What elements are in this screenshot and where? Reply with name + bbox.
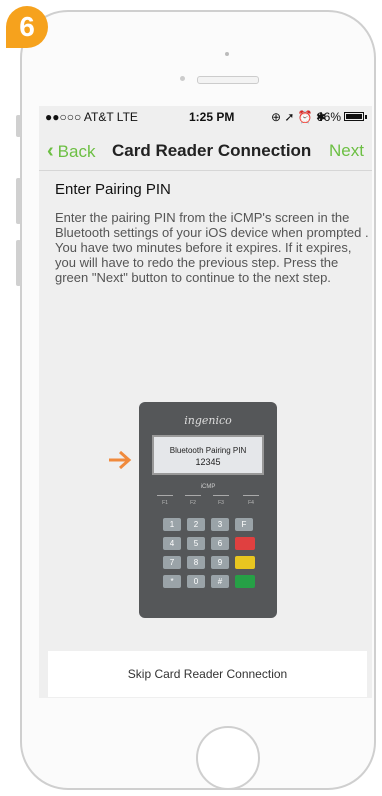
- section-heading: Enter Pairing PIN: [55, 181, 171, 198]
- keypad-key: 9: [211, 556, 229, 569]
- keypad-key: 4: [163, 537, 181, 550]
- battery-icon: [344, 112, 367, 121]
- earpiece-speaker: [197, 76, 259, 84]
- arrow-right-icon: [109, 450, 132, 470]
- function-key: F2: [185, 495, 201, 509]
- page-title: Card Reader Connection: [112, 141, 312, 160]
- pairing-pin-value: 12345: [195, 457, 221, 467]
- next-button[interactable]: Next: [329, 141, 364, 161]
- instructions-text: Enter the pairing PIN from the iCMP's sc…: [55, 210, 369, 285]
- home-button[interactable]: [196, 726, 260, 790]
- volume-up-button: [16, 178, 21, 224]
- keypad-key: 8: [187, 556, 205, 569]
- keypad-key: 7: [163, 556, 181, 569]
- mute-switch: [16, 115, 21, 137]
- carrier-label: ●●○○○ AT&T LTE: [45, 110, 138, 124]
- function-key: F3: [213, 495, 229, 509]
- keypad-key: 2: [187, 518, 205, 531]
- keypad-key: 0: [187, 575, 205, 588]
- app-screen: ●●○○○ AT&T LTE 1:25 PM ⊕ ➚ ⏰ ✱ 96% ‹ Bac…: [39, 106, 372, 698]
- front-sensor: [225, 52, 229, 56]
- chevron-left-icon: ‹: [47, 140, 54, 162]
- back-button[interactable]: ‹ Back: [47, 140, 95, 163]
- volume-down-button: [16, 240, 21, 286]
- pairing-pin-label: Bluetooth Pairing PIN: [169, 446, 247, 455]
- navigation-bar: ‹ Back Card Reader Connection Next: [39, 134, 372, 170]
- function-key: F4: [243, 495, 259, 509]
- keypad-key: 5: [187, 537, 205, 550]
- keypad-key: F: [235, 518, 253, 531]
- keypad-key: 1: [163, 518, 181, 531]
- function-key: F1: [157, 495, 173, 509]
- keypad-key: 6: [211, 537, 229, 550]
- battery-percentage: 96%: [317, 110, 342, 124]
- keypad-key: 3: [211, 518, 229, 531]
- device-model-label: iCMP: [200, 484, 216, 490]
- back-label: Back: [57, 141, 96, 161]
- cancel-key: [235, 537, 255, 550]
- keypad-key: #: [211, 575, 229, 588]
- card-reader-illustration: ingenico Bluetooth Pairing PIN 12345 iCM…: [139, 402, 277, 618]
- status-bar: ●●○○○ AT&T LTE 1:25 PM ⊕ ➚ ⏰ ✱ 96%: [39, 106, 372, 128]
- device-brand-label: ingenico: [184, 414, 232, 427]
- device-screen: Bluetooth Pairing PIN 12345: [152, 435, 264, 475]
- front-camera: [180, 76, 185, 81]
- skip-card-reader-button[interactable]: Skip Card Reader Connection: [48, 651, 367, 697]
- clock: 1:25 PM: [189, 110, 235, 124]
- step-number-badge: 6: [6, 6, 48, 48]
- enter-key: [235, 575, 255, 588]
- function-keys: F1 F2 F3 F4: [155, 495, 263, 511]
- clear-key: [235, 556, 255, 569]
- nav-divider: [39, 170, 372, 171]
- keypad-key: *: [163, 575, 181, 588]
